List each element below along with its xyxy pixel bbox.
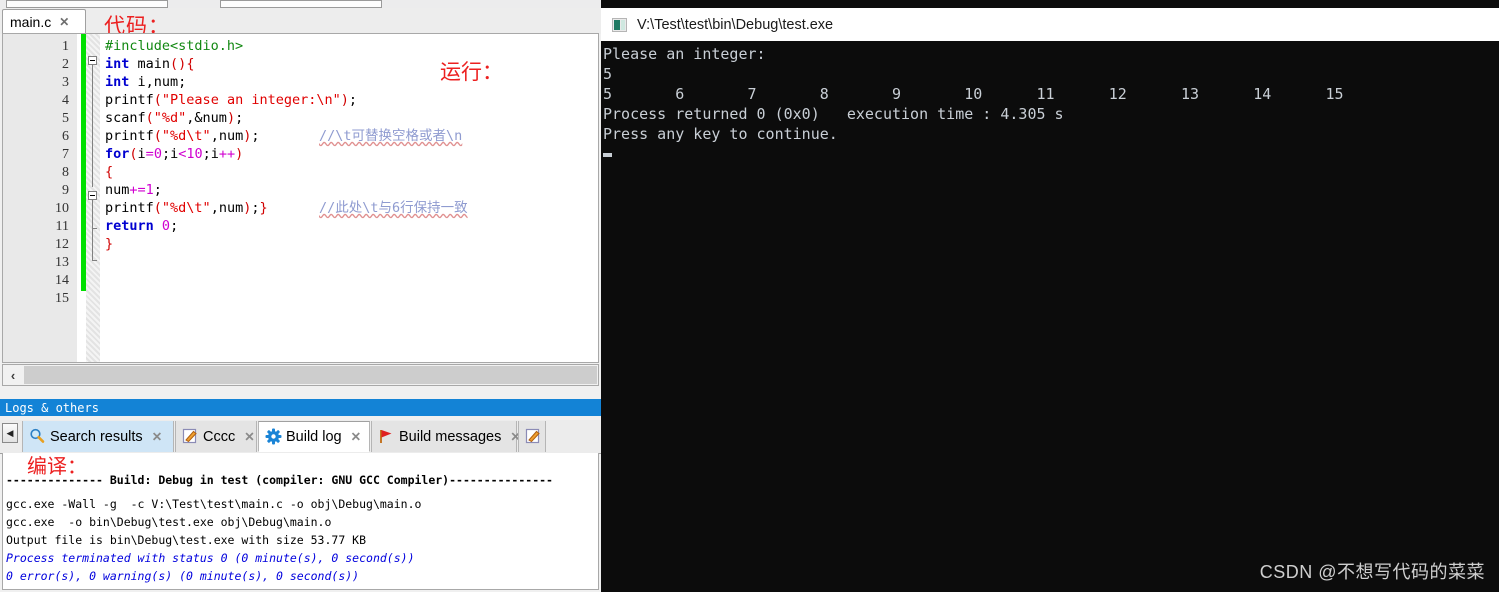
logs-panel-header: Logs & others: [0, 399, 601, 416]
code-editor[interactable]: 1 2 3 4 5 6 7 8 9 10 11 12 13 14 15 #include<stdio.h> i…: [2, 33, 599, 363]
editor-tab-bar: main.c ✕ 代码：: [0, 8, 601, 38]
scroll-left-icon[interactable]: ‹: [3, 365, 23, 385]
build-log-line: gcc.exe -Wall -g -c V:\Test\test\main.c …: [6, 497, 422, 511]
line-number-gutter: 1 2 3 4 5 6 7 8 9 10 11 12 13 14 15: [3, 34, 77, 362]
line-number: 11: [55, 219, 69, 234]
console-line: 5: [603, 65, 613, 83]
console-line: Press any key to continue.: [603, 125, 838, 143]
line-number: 14: [55, 273, 69, 288]
code-line: return 0;: [105, 218, 179, 234]
line-number: 8: [62, 165, 69, 180]
pencil-icon: [525, 428, 542, 445]
close-icon[interactable]: ✕: [152, 429, 162, 444]
console-line: Please an integer:: [603, 45, 766, 63]
console-output[interactable]: Please an integer: 5 5 6 7 8 9 10 11 12 13…: [601, 41, 1499, 592]
toolbar-field-2[interactable]: [220, 0, 382, 8]
build-log-line: Process terminated with status 0 (0 minu…: [6, 551, 415, 565]
code-line: printf("%d\t",num);: [105, 128, 260, 144]
pencil-icon: [182, 428, 199, 445]
tabs-scroll-left-button[interactable]: ◀: [2, 423, 18, 443]
build-log-line: 0 error(s), 0 warning(s) (0 minute(s), 0…: [6, 569, 360, 583]
line-number: 10: [55, 201, 69, 216]
tab-build-messages[interactable]: Build messages ✕: [371, 421, 521, 452]
fold-tick-line12: [92, 260, 97, 261]
code-comment-line10: //此处\t与6行保持一致: [319, 200, 468, 216]
close-icon[interactable]: ✕: [351, 429, 361, 444]
ide-window: main.c ✕ 代码： 1 2 3 4 5 6 7 8 9 10 11 12 13 14 15 #incl…: [0, 0, 601, 592]
tab-extra[interactable]: [518, 421, 546, 452]
console-window: V:\Test\test\bin\Debug\test.exe Please a…: [601, 0, 1499, 592]
code-text-area[interactable]: #include<stdio.h> int main(){ int i,num; pr…: [101, 34, 598, 362]
flag-icon: [378, 428, 395, 445]
line-number: 15: [55, 291, 69, 306]
fold-box-line8[interactable]: [88, 191, 97, 200]
console-line: 5 6 7 8 9 10 11 12 13 14 15: [603, 85, 1344, 103]
line-number: 1: [62, 39, 69, 54]
editor-horizontal-scrollbar[interactable]: ‹: [2, 364, 599, 386]
fold-line-block: [92, 200, 93, 260]
logs-tab-bar: ◀ Search results ✕ Cccc ✕ Build log ✕ Build me…: [0, 420, 601, 454]
console-title-bar[interactable]: V:\Test\test\bin\Debug\test.exe: [601, 8, 1499, 42]
code-line: int i,num;: [105, 74, 187, 90]
tab-search-results[interactable]: Search results ✕: [22, 421, 174, 452]
code-line: num+=1;: [105, 182, 162, 198]
build-log-line: gcc.exe -o bin\Debug\test.exe obj\Debug\…: [6, 515, 332, 529]
code-comment-line6: //\t可替换空格或者\n: [319, 128, 463, 144]
code-line: #include<stdio.h>: [105, 38, 244, 54]
tab-main-c[interactable]: main.c ✕: [2, 9, 86, 34]
tab-build-log[interactable]: Build log ✕: [258, 421, 370, 452]
build-log-line: Output file is bin\Debug\test.exe with s…: [6, 533, 367, 547]
line-number: 7: [62, 147, 69, 162]
code-line: }: [105, 236, 114, 252]
tab-label: Build messages: [399, 428, 502, 445]
toolbar-field-1[interactable]: [6, 0, 168, 8]
code-line: printf("%d\t",num);}: [105, 200, 268, 216]
magnifier-icon: [29, 428, 46, 445]
console-line: Process returned 0 (0x0) execution time …: [603, 105, 1064, 123]
build-log-output[interactable]: 编译： -------------- Build: Debug in test …: [2, 453, 599, 590]
watermark-text: CSDN @不想写代码的菜菜: [1259, 562, 1485, 582]
fold-box-line2[interactable]: [88, 56, 97, 65]
code-line: printf("Please an integer:\n");: [105, 92, 358, 108]
logs-panel-title: Logs & others: [5, 400, 99, 415]
line-number: 6: [62, 129, 69, 144]
console-window-icon: [612, 17, 627, 32]
tab-label: Build log: [286, 428, 342, 445]
line-number: 9: [62, 183, 69, 198]
console-caret: [603, 153, 612, 157]
close-icon[interactable]: ✕: [244, 429, 254, 444]
tab-label: Cccc: [203, 428, 236, 445]
close-icon[interactable]: ✕: [59, 15, 69, 29]
tab-cccc[interactable]: Cccc ✕: [175, 421, 257, 452]
line-number: 12: [55, 237, 69, 252]
tabs-scroll-left-icon: ◀: [6, 427, 14, 438]
line-number: 3: [62, 75, 69, 90]
console-title-text: V:\Test\test\bin\Debug\test.exe: [637, 16, 834, 33]
fold-line-main: [92, 65, 93, 187]
gear-icon: [265, 428, 282, 445]
code-line: scanf("%d",&num);: [105, 110, 244, 126]
code-line: int main(){: [105, 56, 195, 72]
build-log-line: -------------- Build: Debug in test (com…: [6, 473, 553, 487]
tab-label: Search results: [50, 428, 143, 445]
line-number: 2: [62, 57, 69, 72]
scrollbar-thumb[interactable]: [24, 366, 597, 384]
code-line: for(i=0;i<10;i++): [105, 146, 244, 162]
code-line: {: [105, 164, 114, 180]
line-number: 13: [55, 255, 69, 270]
tab-main-c-label: main.c: [10, 14, 52, 30]
annotation-run-text: 运行：: [440, 60, 503, 84]
line-number: 4: [62, 93, 69, 108]
line-number: 5: [62, 111, 69, 126]
fold-tick-line10: [92, 228, 97, 229]
annotation-run-label: 运行：: [440, 56, 503, 86]
